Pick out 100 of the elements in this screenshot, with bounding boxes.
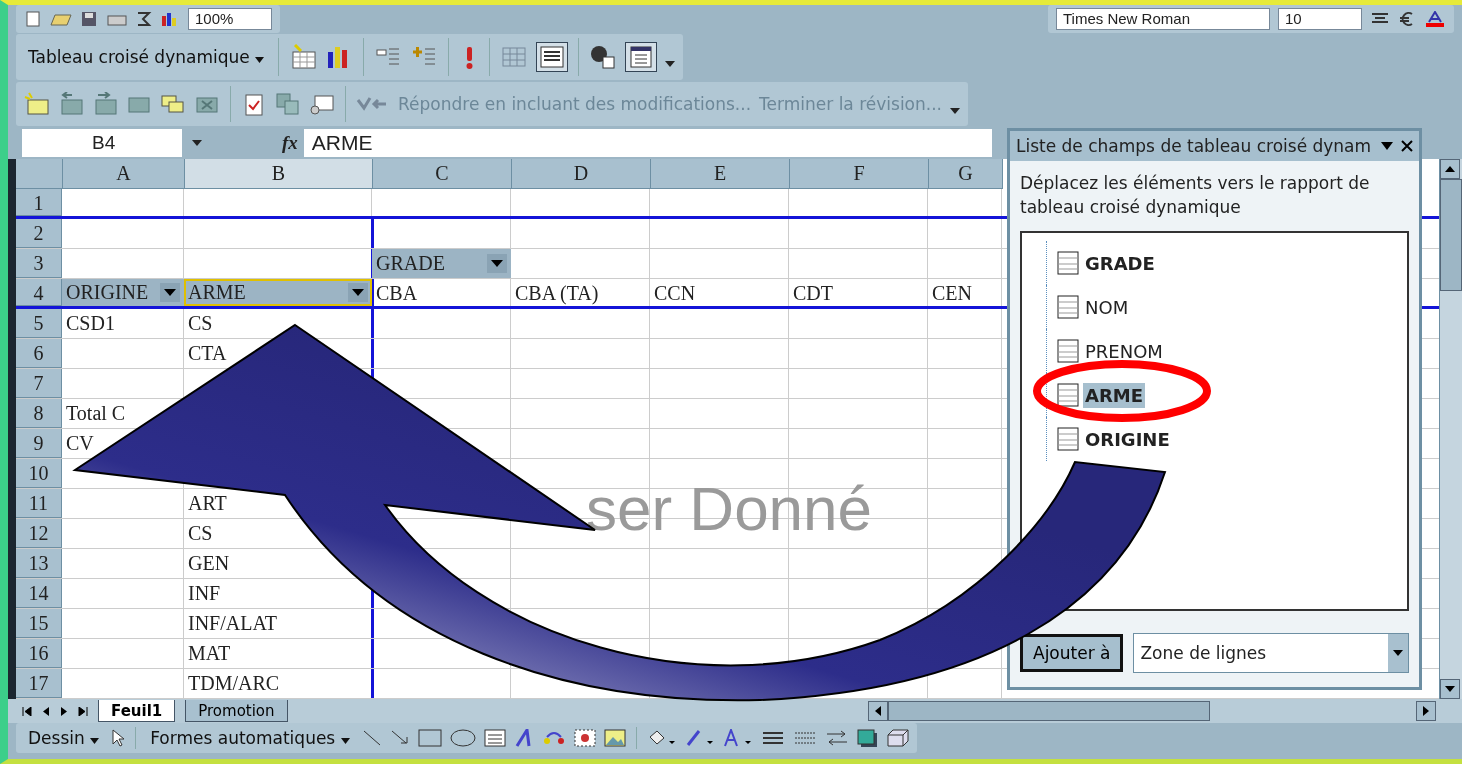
- caret-icon: [90, 738, 100, 744]
- row-header[interactable]: 16: [16, 639, 62, 668]
- line-icon[interactable]: [361, 729, 382, 747]
- field-icon: [1057, 251, 1079, 275]
- row-header[interactable]: 13: [16, 549, 62, 578]
- new-document-icon[interactable]: [24, 11, 42, 27]
- zoom-field[interactable]: 100%: [188, 8, 272, 30]
- autoshapes-menu[interactable]: Formes automatiques: [146, 726, 354, 750]
- next-sheet-icon[interactable]: [60, 706, 68, 716]
- previous-comment-icon[interactable]: [58, 92, 84, 116]
- formula-field[interactable]: ARME: [303, 129, 992, 157]
- pen-icon[interactable]: [684, 729, 715, 747]
- field-item[interactable]: ARME: [1083, 382, 1145, 408]
- pivot-table-menu[interactable]: Tableau croisé dynamique: [24, 45, 269, 69]
- font-field[interactable]: Times New Roman: [1056, 8, 1270, 30]
- name-box[interactable]: B4: [22, 129, 182, 157]
- table-cell-text: CV: [65, 431, 95, 456]
- table-cell-text: CS: [187, 311, 214, 336]
- font-color-icon[interactable]: [722, 729, 753, 747]
- row-header[interactable]: 8: [16, 399, 62, 428]
- caret-icon[interactable]: [192, 140, 202, 146]
- field-item[interactable]: NOM: [1083, 294, 1131, 320]
- arrow-style-icon[interactable]: [824, 729, 849, 747]
- stacked-notes-icon[interactable]: [160, 92, 186, 116]
- table-cell-text: CEN: [931, 281, 973, 306]
- close-icon[interactable]: [1401, 140, 1413, 152]
- scrollbar-thumb[interactable]: [1440, 179, 1462, 291]
- field-icon: [1057, 427, 1079, 451]
- row-header[interactable]: 15: [16, 609, 62, 638]
- column-header[interactable]: E: [651, 159, 790, 189]
- text-box-icon[interactable]: [483, 729, 506, 747]
- row-header[interactable]: 10: [16, 459, 62, 488]
- ellipse-icon[interactable]: [449, 729, 476, 747]
- new-comment-icon[interactable]: [24, 92, 50, 116]
- column-header[interactable]: D: [512, 159, 651, 189]
- row-header[interactable]: 2: [16, 219, 62, 248]
- next-comment-icon[interactable]: [92, 92, 118, 116]
- sheet-tab[interactable]: Feuil1: [98, 700, 176, 722]
- caret-icon[interactable]: [1388, 634, 1408, 672]
- picture-icon[interactable]: [603, 729, 626, 747]
- sum-icon[interactable]: [136, 11, 152, 27]
- column-header[interactable]: B: [185, 159, 373, 189]
- row-header[interactable]: 14: [16, 579, 62, 608]
- row-header[interactable]: 6: [16, 339, 62, 368]
- last-sheet-icon[interactable]: [78, 706, 88, 716]
- field-item[interactable]: PRENOM: [1083, 338, 1165, 364]
- pivot-field-button[interactable]: GRADE: [372, 249, 511, 278]
- first-sheet-icon[interactable]: [22, 706, 32, 716]
- document-icon[interactable]: [625, 42, 658, 72]
- table-cell-text: INF/ALAT: [187, 611, 278, 636]
- diagram-icon[interactable]: [541, 729, 566, 747]
- drop-zone-label: ser Donné: [586, 473, 873, 544]
- row-header[interactable]: 3: [16, 249, 62, 278]
- pivot-field-button[interactable]: ORIGINE: [62, 279, 184, 306]
- scroll-down-icon[interactable]: [1440, 679, 1460, 699]
- field-item[interactable]: GRADE: [1083, 250, 1157, 276]
- field-icon: [1057, 339, 1079, 363]
- dropdown-arrow-icon[interactable]: [1381, 142, 1393, 150]
- column-header[interactable]: A: [63, 159, 185, 189]
- caret-icon: [340, 738, 350, 744]
- column-header[interactable]: F: [790, 159, 929, 189]
- scroll-right-icon[interactable]: [1416, 701, 1436, 721]
- row-header[interactable]: 12: [16, 519, 62, 548]
- save-icon[interactable]: [80, 11, 98, 27]
- pivot-field-button[interactable]: ARME: [184, 279, 372, 306]
- row-header[interactable]: 17: [16, 669, 62, 698]
- row-header[interactable]: 4: [16, 279, 62, 306]
- table-cell-text: CBA (TA): [514, 281, 600, 306]
- function-label[interactable]: fx: [282, 132, 298, 154]
- drawing-menu[interactable]: Dessin: [24, 726, 104, 750]
- arrow-icon[interactable]: [389, 729, 410, 747]
- sheet-tab[interactable]: Promotion: [185, 700, 288, 722]
- font-size-field[interactable]: 10: [1278, 8, 1362, 30]
- line-style-icon[interactable]: [760, 729, 785, 747]
- scroll-left-icon[interactable]: [867, 701, 888, 721]
- scrollbar-thumb[interactable]: [887, 701, 1210, 721]
- column-header[interactable]: G: [929, 159, 1003, 189]
- table-format-icon[interactable]: [289, 44, 318, 70]
- clip-art-icon[interactable]: [573, 729, 596, 747]
- font-color-icon[interactable]: [1424, 11, 1446, 27]
- column-header[interactable]: C: [373, 159, 512, 189]
- row-header[interactable]: 7: [16, 369, 62, 398]
- area-dropdown[interactable]: Zone de lignes: [1133, 633, 1409, 673]
- table-cell-text: GEN: [187, 551, 231, 576]
- 3d-box-icon[interactable]: [886, 729, 909, 747]
- add-to-button[interactable]: Ajouter à: [1020, 634, 1124, 672]
- row-header[interactable]: 1: [16, 189, 62, 216]
- pointer-icon[interactable]: [111, 729, 126, 747]
- field-item[interactable]: ORIGINE: [1083, 426, 1172, 452]
- row-header[interactable]: 11: [16, 489, 62, 518]
- shadow-icon[interactable]: [856, 729, 879, 747]
- scroll-up-icon[interactable]: [1440, 159, 1460, 179]
- list-icon[interactable]: [536, 42, 569, 72]
- row-header[interactable]: 5: [16, 309, 62, 338]
- table-cell-text: CBA: [375, 281, 419, 306]
- open-folder-icon[interactable]: [50, 11, 72, 27]
- previous-sheet-icon[interactable]: [42, 706, 50, 716]
- field-icon: [1057, 383, 1079, 407]
- caret-icon: [255, 57, 265, 63]
- row-header[interactable]: 9: [16, 429, 62, 458]
